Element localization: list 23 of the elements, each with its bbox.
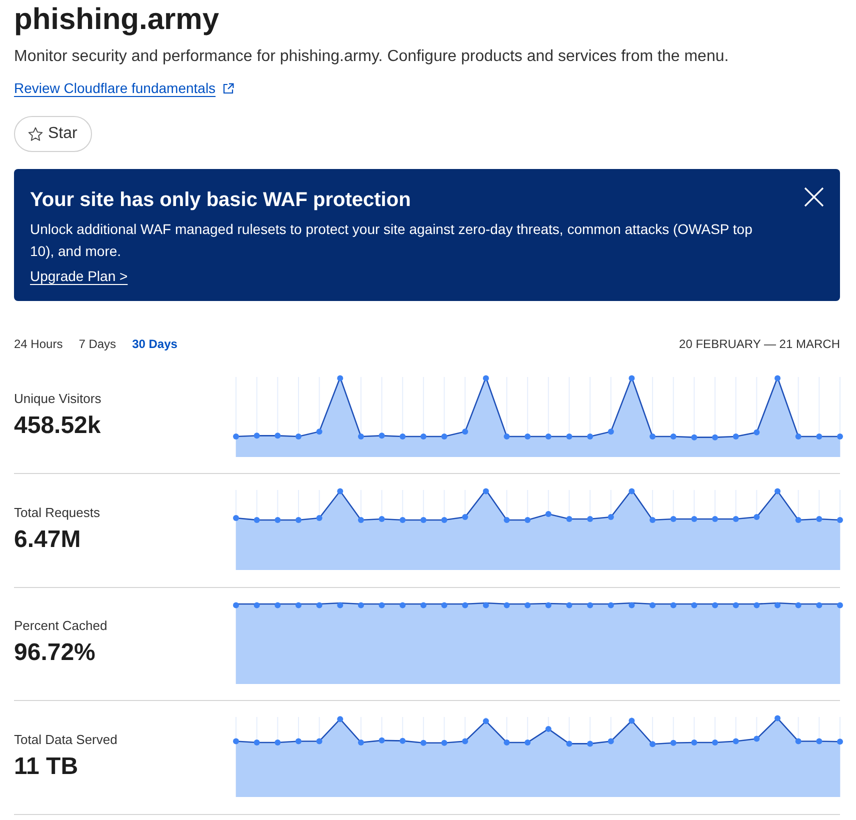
metric-label: Total Data Served — [14, 730, 118, 748]
page-title: phishing.army — [14, 2, 220, 38]
star-icon — [28, 126, 43, 142]
metric-value: 458.52k — [14, 411, 102, 441]
external-link-icon — [222, 82, 234, 94]
metric-label: Total Requests — [14, 504, 101, 522]
page-description: Monitor security and performance for phishing.army. Configure products and services from the menu. — [14, 47, 730, 67]
star-button[interactable]: Star — [14, 116, 92, 152]
metric-label: Percent Cached — [14, 617, 108, 635]
metric-value: 6.47M — [14, 524, 82, 554]
banner-title: Your site has only basic WAF protection — [30, 188, 412, 213]
time-range-tab[interactable]: 7 Days — [78, 336, 116, 352]
time-range-tab[interactable]: 24 Hours — [14, 336, 63, 352]
metric-value: 11 TB — [14, 752, 80, 782]
banner-message: Unlock additional WAF managed rulesets to protect your site against zero-day threats, common attacks (OWASP top 10), and more. — [30, 220, 754, 261]
fundamentals-link[interactable]: Review Cloudflare fundamentals — [14, 79, 216, 97]
close-button[interactable] — [802, 185, 826, 209]
metric-label: Unique Visitors — [14, 390, 102, 408]
time-range-tab[interactable]: 30 Days — [132, 336, 178, 352]
close-icon — [804, 187, 824, 207]
date-range-label: 20 FEBRUARY — 21 MARCH — [679, 336, 840, 352]
upgrade-link[interactable]: Upgrade Plan > — [30, 267, 128, 285]
metric-value: 96.72% — [14, 638, 96, 668]
